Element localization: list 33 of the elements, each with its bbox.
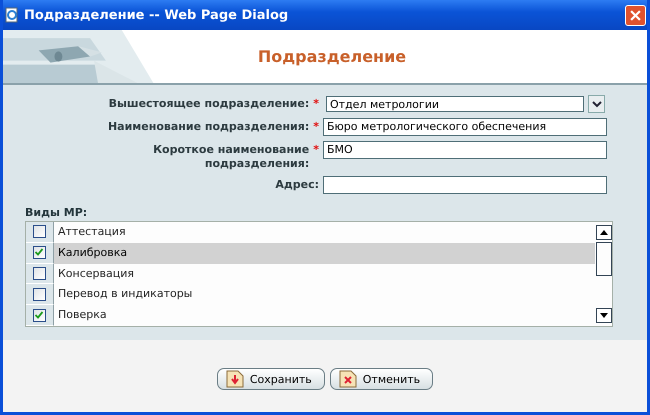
required-mark: *	[313, 97, 319, 111]
close-icon	[630, 10, 641, 20]
checkbox[interactable]	[33, 246, 46, 260]
input-field[interactable]: Бюро метрологического обеспечения	[323, 118, 607, 136]
field-label: Вышестоящее подразделение:	[108, 97, 310, 111]
close-button[interactable]	[625, 4, 646, 26]
list-item[interactable]: Поверка	[54, 305, 595, 326]
page-icon	[4, 7, 20, 23]
cancel-icon	[338, 370, 357, 388]
scroll-down-icon[interactable]	[596, 308, 612, 323]
checkbox[interactable]	[33, 266, 46, 280]
window-title: Подразделение -- Web Page Dialog	[24, 8, 290, 22]
save-icon	[226, 370, 244, 388]
list-item[interactable]: Консервация	[54, 264, 595, 284]
field-label: Короткое наименование подразделения:	[152, 143, 310, 171]
required-mark: *	[313, 143, 319, 158]
checkbox[interactable]	[33, 308, 46, 322]
list-item[interactable]: Перевод в индикаторы	[54, 284, 595, 306]
list-label: Виды МР:	[25, 206, 88, 219]
field-label: Адрес:	[275, 178, 319, 192]
required-mark: *	[313, 120, 319, 134]
list-item[interactable]: Калибровка	[54, 242, 595, 264]
input-field[interactable]: БМО	[323, 141, 607, 159]
list-item[interactable]: Аттестация	[54, 222, 595, 243]
scrollbar[interactable]	[595, 222, 612, 326]
scroll-up-icon[interactable]	[596, 225, 612, 240]
save-button[interactable]: Сохранить	[216, 368, 325, 390]
checkbox[interactable]	[33, 288, 46, 301]
cancel-button[interactable]: Отменить	[330, 368, 434, 390]
checkbox[interactable]	[33, 225, 46, 238]
page-heading: Подразделение	[258, 47, 406, 66]
input-field[interactable]	[323, 176, 607, 194]
field-label: Наименование подразделения:	[108, 120, 310, 134]
